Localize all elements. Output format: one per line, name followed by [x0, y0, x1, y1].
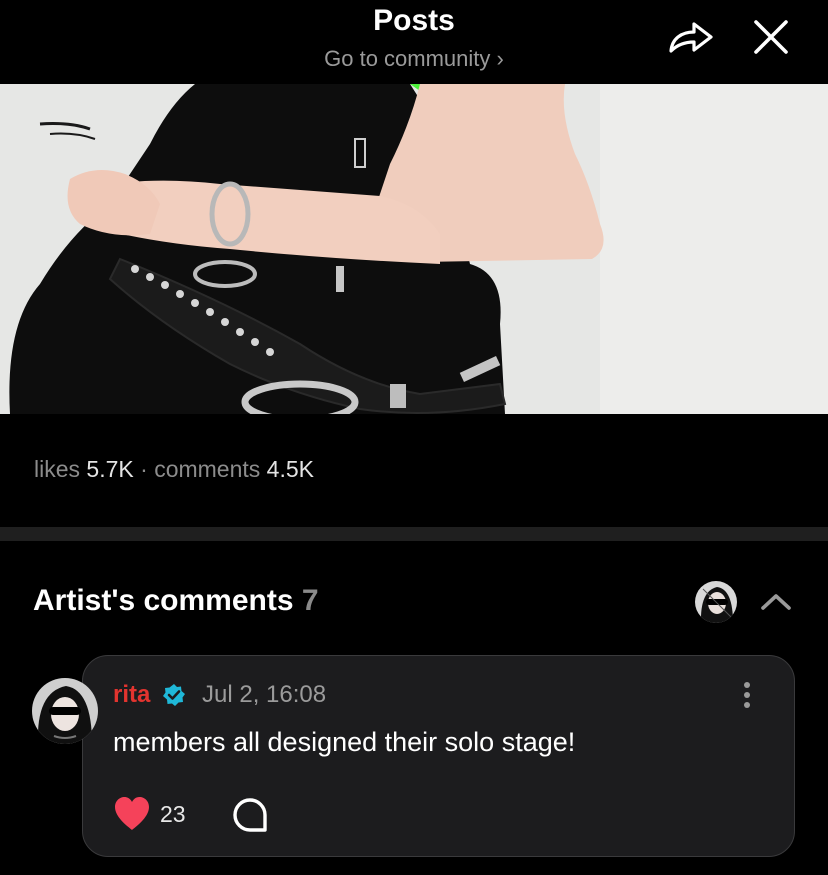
heart-icon: [115, 797, 149, 830]
comments-label: comments: [154, 456, 261, 482]
artist-comments-count: 7: [301, 584, 319, 617]
top-bar: Posts Go to community ›: [0, 0, 828, 84]
close-icon: [754, 20, 788, 54]
comment-author-name[interactable]: rita: [113, 681, 150, 709]
artist-comments-heading: Artist's comments 7: [33, 584, 319, 618]
comment-author-avatar[interactable]: [32, 678, 98, 744]
comment-like-button[interactable]: [113, 796, 151, 832]
verified-badge: [162, 683, 186, 707]
post-stats: likes 5.7K · comments 4.5K: [34, 456, 314, 483]
likes-label: likes: [34, 456, 81, 482]
comment-like-count: 23: [160, 801, 186, 827]
artist-avatar-small[interactable]: [695, 581, 737, 623]
chevron-right-icon: ›: [496, 46, 504, 71]
comment-text: members all designed their solo stage!: [113, 727, 576, 757]
comments-count: 4.5K: [266, 456, 314, 482]
artist-comments-title: Artist's comments: [33, 584, 294, 617]
comment-bubble-icon: [233, 798, 267, 832]
avatar-image: [695, 581, 737, 623]
collapse-button[interactable]: [758, 586, 794, 616]
share-arrow-icon: [669, 22, 713, 53]
share-button[interactable]: [664, 18, 716, 58]
close-button[interactable]: [748, 16, 794, 60]
stats-separator: ·: [140, 456, 148, 482]
comment-reply-button[interactable]: [231, 796, 269, 834]
go-to-community-label: Go to community: [324, 46, 491, 71]
more-vertical-icon: [744, 682, 750, 708]
post-photo: [0, 84, 828, 414]
comment-more-button[interactable]: [733, 680, 761, 712]
post-image[interactable]: [0, 84, 828, 414]
chevron-up-icon: [761, 594, 791, 610]
likes-count: 5.7K: [86, 456, 134, 482]
verified-badge-icon: [163, 684, 185, 706]
comment-timestamp: Jul 2, 16:08: [202, 681, 327, 708]
section-divider: [0, 527, 828, 541]
avatar-image: [32, 678, 98, 744]
